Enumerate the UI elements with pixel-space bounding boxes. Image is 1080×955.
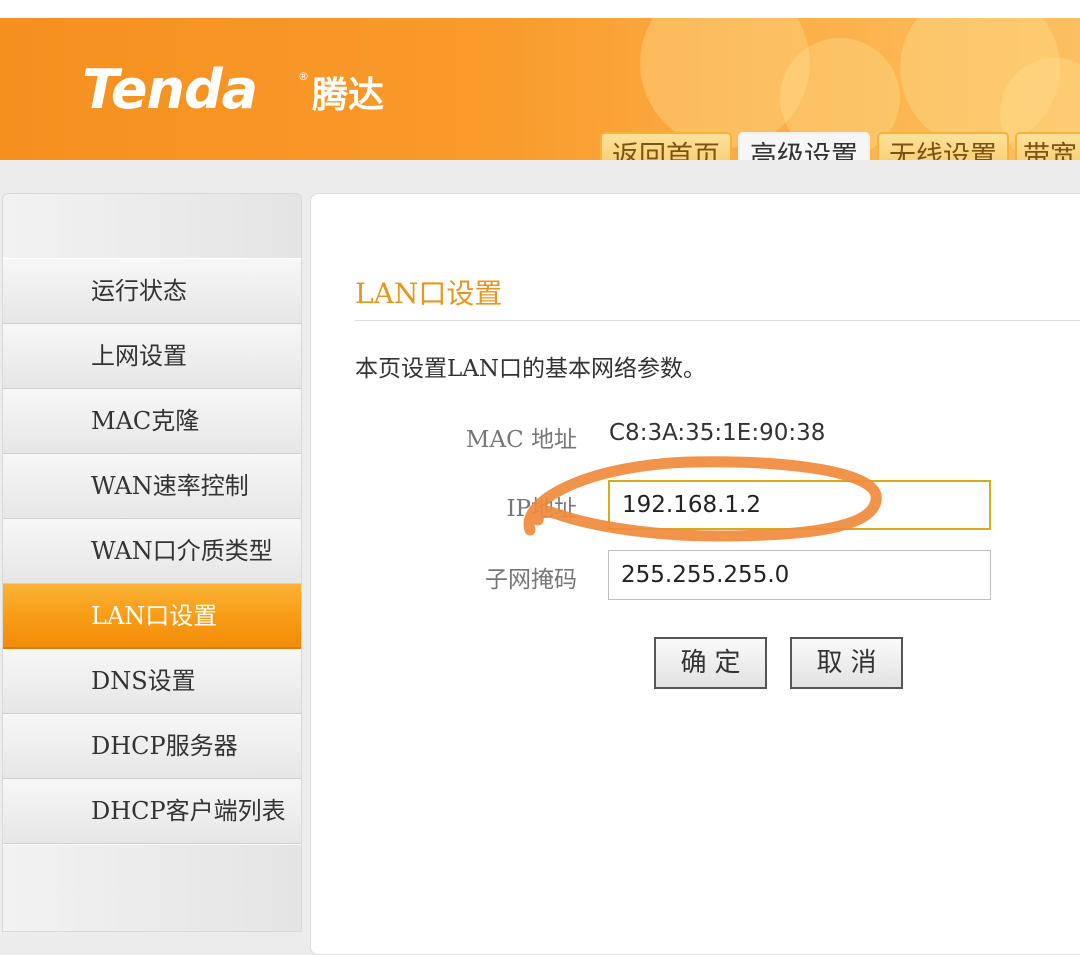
confirm-button[interactable]: 确定 bbox=[654, 637, 767, 689]
sidebar-item-wan-speed-control[interactable]: WAN速率控制 bbox=[3, 454, 301, 519]
sidebar-header bbox=[3, 194, 301, 259]
subnet-mask-label: 子网掩码 bbox=[485, 567, 577, 593]
sidebar-item-mac-clone[interactable]: MAC克隆 bbox=[3, 389, 301, 454]
title-divider bbox=[355, 320, 1080, 321]
tab-home[interactable]: 返回首页 bbox=[600, 132, 732, 160]
tab-bandwidth[interactable]: 带宽 bbox=[1015, 132, 1080, 160]
sidebar-menu: 运行状态 上网设置 MAC克隆 WAN速率控制 WAN口介质类型 LAN口设置 … bbox=[2, 193, 302, 932]
sidebar-item-internet-setup[interactable]: 上网设置 bbox=[3, 324, 301, 389]
cancel-button[interactable]: 取消 bbox=[790, 637, 903, 689]
logo-text: Tenda bbox=[82, 58, 258, 121]
header-banner: Tenda ® 腾达 返回首页 高级设置 无线设置 带宽 bbox=[0, 18, 1080, 160]
tab-advanced-settings[interactable]: 高级设置 bbox=[738, 132, 870, 160]
top-nav-tabs: 返回首页 高级设置 无线设置 带宽 bbox=[600, 132, 1080, 160]
hand-drawn-circle-annotation bbox=[523, 456, 882, 542]
sidebar-item-dhcp-server[interactable]: DHCP服务器 bbox=[3, 714, 301, 779]
page-description: 本页设置LAN口的基本网络参数。 bbox=[355, 356, 707, 382]
logo-registered-mark: ® bbox=[298, 70, 309, 83]
logo-chinese-name: 腾达 bbox=[312, 75, 385, 116]
sidebar-item-dns-settings[interactable]: DNS设置 bbox=[3, 649, 301, 714]
tab-wireless-settings[interactable]: 无线设置 bbox=[877, 132, 1009, 160]
sidebar-item-status[interactable]: 运行状态 bbox=[3, 259, 301, 324]
page-title: LAN口设置 bbox=[355, 277, 503, 310]
top-strip bbox=[0, 0, 1080, 18]
sidebar-item-lan-settings[interactable]: LAN口设置 bbox=[3, 584, 301, 649]
main-panel: LAN口设置 本页设置LAN口的基本网络参数。 MAC 地址 C8:3A:35:… bbox=[310, 193, 1080, 955]
sidebar-item-dhcp-client-list[interactable]: DHCP客户端列表 bbox=[3, 779, 301, 844]
sidebar-item-wan-media-type[interactable]: WAN口介质类型 bbox=[3, 519, 301, 584]
